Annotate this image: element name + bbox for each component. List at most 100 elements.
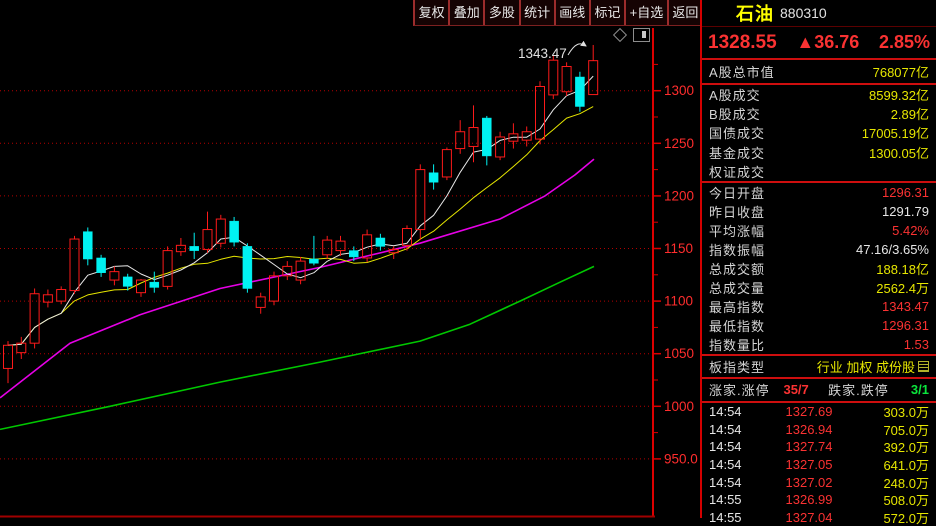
stat-value: 8599.32亿 xyxy=(869,85,929,104)
tick-volume: 303.0万 xyxy=(851,403,929,421)
tick-price: 1327.02 xyxy=(767,475,851,490)
stat-value: 47.16/3.65% xyxy=(856,242,929,257)
stat-value: 1343.47 xyxy=(882,299,929,314)
stat-row: 昨日收盘 1291.79 xyxy=(702,202,936,221)
toolbar-button-2[interactable]: 叠加 xyxy=(450,0,485,25)
chart-toolbar: 复权叠加多股统计画线标记+自选返回 xyxy=(413,0,702,26)
tick-time: 14:55 xyxy=(709,492,767,507)
stat-label: B股成交 xyxy=(709,104,761,123)
high-annotation: 1343.47 xyxy=(518,46,567,61)
stat-label: A股成交 xyxy=(709,85,761,104)
toolbar-button-5[interactable]: 画线 xyxy=(556,0,591,25)
decliners-value: 3/1 xyxy=(911,382,929,397)
stat-row: 权证成交 xyxy=(702,162,936,181)
tick-row: 14:541326.94705.0万 xyxy=(702,421,936,439)
stat-label: 最高指数 xyxy=(709,297,765,316)
tick-row: 14:541327.74392.0万 xyxy=(702,438,936,456)
stat-value: 1291.79 xyxy=(882,204,929,219)
stat-label: 指数量比 xyxy=(709,335,765,354)
toolbar-button-3[interactable]: 多股 xyxy=(485,0,520,25)
tick-row: 14:541327.02248.0万 xyxy=(702,473,936,491)
tick-price: 1327.69 xyxy=(767,404,851,419)
decliners-label: 跌家.跌停 xyxy=(828,380,889,399)
diamond-marker-icon[interactable] xyxy=(613,28,627,42)
stat-label: 最低指数 xyxy=(709,316,765,335)
stat-value: 17005.19亿 xyxy=(862,123,929,142)
stat-row: 平均涨幅5.42% xyxy=(702,221,936,240)
toolbar-button-8[interactable]: 返回 xyxy=(669,0,702,25)
stat-label: 总成交额 xyxy=(709,259,765,278)
advance-decline-row: 涨家.涨停 35/7 跌家.跌停 3/1 xyxy=(702,379,936,401)
stat-row: B股成交 2.89亿 xyxy=(702,104,936,123)
toolbar-button-7[interactable]: +自选 xyxy=(626,0,669,25)
pane-layout-icon[interactable] xyxy=(633,28,650,42)
stat-value: 1300.05亿 xyxy=(869,143,929,162)
stat-row: 总成交量 2562.4万 xyxy=(702,278,936,297)
stat-label: 权证成交 xyxy=(709,162,765,181)
today-stats-section: 今日开盘1296.31昨日收盘 1291.79 平均涨幅5.42%指数振幅 47.16… xyxy=(702,183,936,354)
advancers-label: 涨家.涨停 xyxy=(709,380,770,399)
tick-time: 14:54 xyxy=(709,457,767,472)
stat-label: 指数振幅 xyxy=(709,240,765,259)
stat-row: 最低指数1296.31 xyxy=(702,316,936,335)
tick-list[interactable]: 14:541327.69303.0万14:541326.94705.0万14:5… xyxy=(702,403,936,526)
tick-row: 14:551326.99508.0万 xyxy=(702,491,936,509)
quote-header: 石油 880310 xyxy=(702,0,936,27)
turnover-section: A股成交 8599.32亿 B股成交 2.89亿国债成交 17005.19亿基金成交 13… xyxy=(702,85,936,181)
tick-row: 14:541327.69303.0万 xyxy=(702,403,936,421)
tick-row: 14:551327.04572.0万 xyxy=(702,509,936,526)
quote-panel: 石油 880310 1328.55 ▲36.76 2.85% A股总市值7680… xyxy=(700,0,936,518)
kline-chart-region[interactable]: 1300125012001150110010501000950.01343.47… xyxy=(0,0,700,518)
price-change: ▲36.76 xyxy=(796,32,859,53)
tick-time: 14:54 xyxy=(709,475,767,490)
stat-label: 今日开盘 xyxy=(709,183,765,202)
tick-time: 14:55 xyxy=(709,510,767,525)
stock-code: 880310 xyxy=(780,5,827,21)
toolbar-button-1[interactable]: 复权 xyxy=(415,0,450,25)
y-axis-label: 1200 xyxy=(664,188,694,203)
y-axis-label: 1150 xyxy=(664,241,693,256)
tick-volume: 705.0万 xyxy=(851,420,929,439)
stat-row: 基金成交 1300.05亿 xyxy=(702,143,936,162)
stat-row: 指数振幅 47.16/3.65% xyxy=(702,240,936,259)
tick-row: 14:541327.05641.0万 xyxy=(702,456,936,474)
tick-time: 14:54 xyxy=(709,404,767,419)
stat-row: A股总市值768077亿 xyxy=(702,60,936,83)
stat-value: 188.18亿 xyxy=(876,259,929,278)
stat-label: 总成交量 xyxy=(709,278,765,297)
y-axis-label: 1250 xyxy=(664,136,694,151)
tick-volume: 508.0万 xyxy=(851,490,929,509)
last-price: 1328.55 xyxy=(708,32,777,54)
tick-price: 1327.04 xyxy=(767,510,851,525)
stat-label: 平均涨幅 xyxy=(709,221,765,240)
stock-name: 石油 xyxy=(736,0,774,26)
stat-value: 768077亿 xyxy=(873,62,929,81)
y-axis-label: 1300 xyxy=(664,83,694,98)
y-axis-label: 1100 xyxy=(664,294,693,309)
stat-row: 今日开盘1296.31 xyxy=(702,183,936,202)
stat-row: A股成交 8599.32亿 xyxy=(702,85,936,104)
y-axis-label: 1000 xyxy=(664,399,694,414)
stat-label: 昨日收盘 xyxy=(709,202,765,221)
tick-time: 14:54 xyxy=(709,422,767,437)
tick-volume: 392.0万 xyxy=(851,437,929,456)
tick-volume: 641.0万 xyxy=(851,455,929,474)
stat-row: 总成交额 188.18亿 xyxy=(702,259,936,278)
toolbar-button-4[interactable]: 统计 xyxy=(521,0,556,25)
constituents-grid-icon[interactable] xyxy=(918,361,929,372)
tick-volume: 248.0万 xyxy=(851,473,929,492)
stat-value: 2.89亿 xyxy=(891,104,929,123)
price-change-pct: 2.85% xyxy=(879,32,930,53)
stat-row: 国债成交 17005.19亿 xyxy=(702,123,936,142)
stat-label: 国债成交 xyxy=(709,123,765,142)
kline-chart[interactable]: 1300125012001150110010501000950.01343.47 xyxy=(0,0,700,518)
toolbar-button-6[interactable]: 标记 xyxy=(591,0,626,25)
stat-label: 基金成交 xyxy=(709,143,765,162)
y-axis-label: 950.0 xyxy=(664,451,698,466)
stat-value: 2562.4万 xyxy=(876,278,929,297)
advancers-value: 35/7 xyxy=(783,382,808,397)
stat-value: 1.53 xyxy=(904,337,929,352)
stock-app-window: { "toolbar": { "buttons": ["复权","叠加","多股… xyxy=(0,0,936,518)
tick-time: 14:54 xyxy=(709,439,767,454)
stat-row: 指数量比 1.53 xyxy=(702,335,936,354)
